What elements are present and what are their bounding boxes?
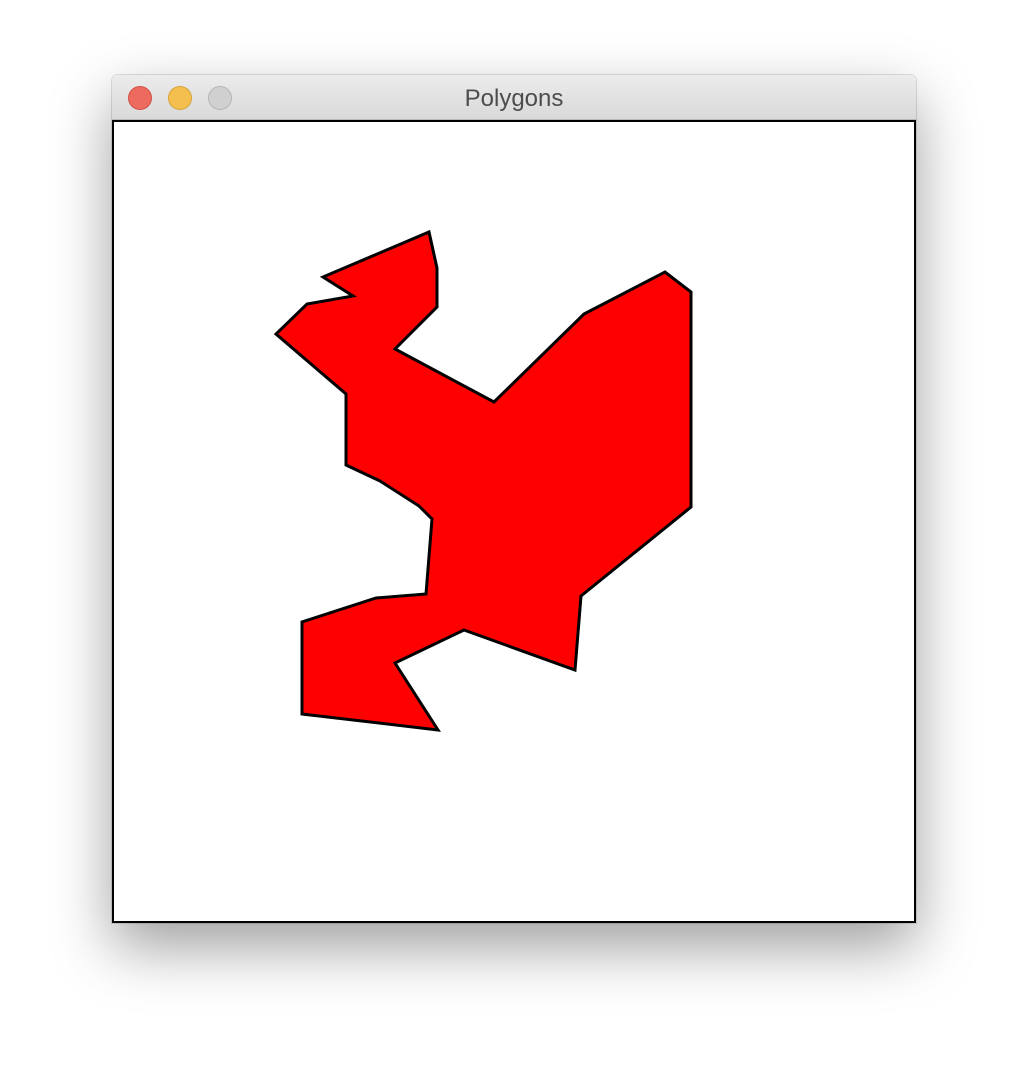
polygon-drawing [273, 229, 693, 732]
title-bar[interactable]: Polygons [112, 75, 916, 120]
red-polygon [273, 229, 693, 732]
window-title: Polygons [464, 85, 564, 112]
drawing-canvas [112, 120, 916, 923]
app-window: Polygons [112, 75, 916, 923]
